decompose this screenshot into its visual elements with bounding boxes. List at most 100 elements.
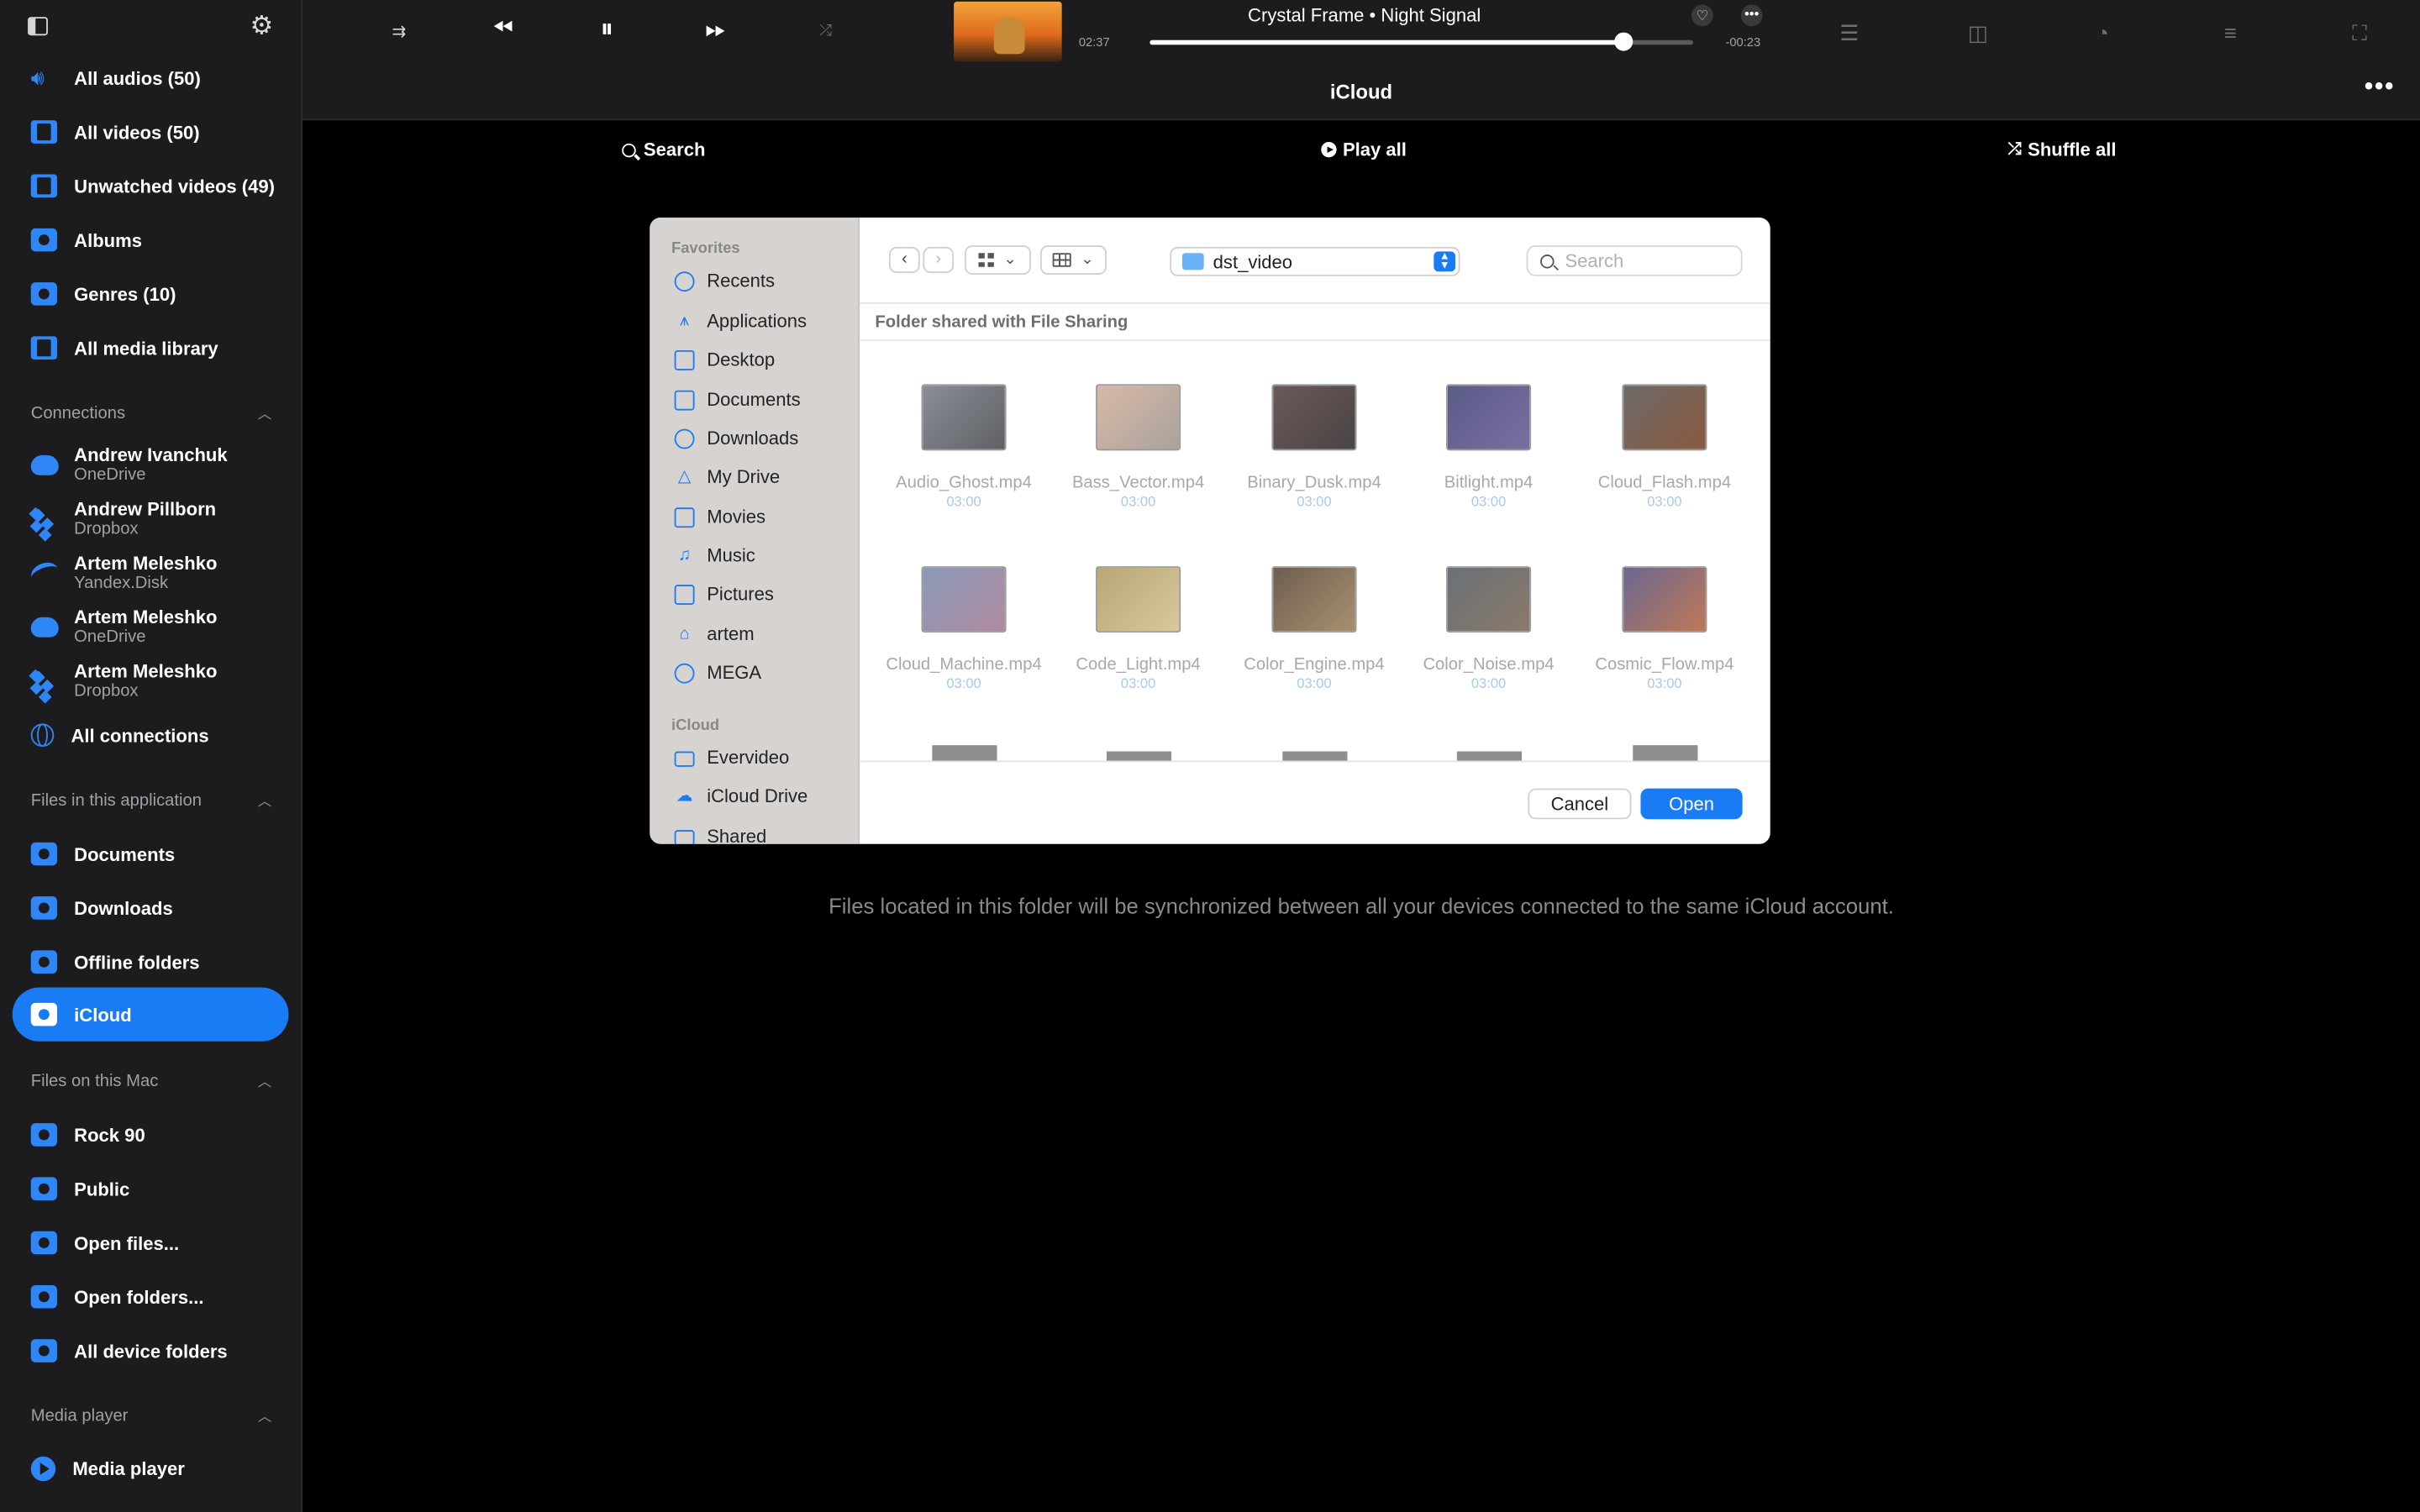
favorite-home[interactable]: ⌂ artem xyxy=(675,619,755,650)
section-files-in-app[interactable]: Files in this application ︿ xyxy=(31,790,272,810)
file-item[interactable]: Code_Light.mp4 03:00 xyxy=(1057,566,1219,693)
favorite-music[interactable]: ♫ Music xyxy=(675,540,755,571)
album-icon xyxy=(30,228,57,252)
favorite-label: Recents xyxy=(707,270,776,292)
file-item[interactable]: Bass_Vector.mp4 03:00 xyxy=(1057,384,1219,511)
search-button[interactable]: Search xyxy=(622,139,705,160)
favorite-movies[interactable]: Movies xyxy=(674,501,765,533)
icloud-drive[interactable]: ☁ iCloud Drive xyxy=(675,780,808,811)
chevron-up-icon[interactable]: ︿ xyxy=(258,790,272,810)
connection-item[interactable]: Andrew Pillborn Dropbox xyxy=(31,492,293,546)
sidebar-item-all-connections[interactable]: All connections xyxy=(13,708,289,762)
video-thumbnail xyxy=(1271,566,1357,633)
queue-icon[interactable]: ⇉ xyxy=(392,20,407,45)
track-artwork[interactable] xyxy=(954,1,1062,62)
view-mode-button[interactable]: ⌄ xyxy=(964,245,1031,275)
sidebar-item-label: Downloads xyxy=(74,897,173,919)
sidebar-item-offline-folders[interactable]: Offline folders xyxy=(13,935,289,989)
sidebar-item-icloud[interactable]: iCloud xyxy=(12,987,289,1042)
file-item[interactable]: Cloud_Flash.mp4 03:00 xyxy=(1583,384,1745,511)
favorite-recents[interactable]: Recents xyxy=(674,265,776,297)
sidebar-toggle-icon[interactable] xyxy=(28,17,48,36)
connection-item[interactable]: Andrew Ivanchuk OneDrive xyxy=(30,438,293,492)
back-button[interactable]: ‹ xyxy=(888,246,920,274)
favorite-pictures[interactable]: Pictures xyxy=(674,579,774,610)
file-item[interactable]: Cloud_Machine.mp4 03:00 xyxy=(883,566,1045,693)
section-title: Connections xyxy=(30,403,126,423)
file-item[interactable]: Binary_Dusk.mp4 03:00 xyxy=(1234,384,1396,511)
sidebar-item-downloads[interactable]: Downloads xyxy=(13,881,289,935)
favorite-downloads[interactable]: Downloads xyxy=(674,423,798,454)
file-name: Color_Noise.mp4 xyxy=(1423,655,1555,675)
sidebar-item-all-audios[interactable]: 🔊︎ All audios (50) xyxy=(13,51,289,105)
sidebar-item-label: Media player xyxy=(72,1457,185,1479)
icloud-evervideo[interactable]: Evervideo xyxy=(674,742,789,773)
fast-forward-icon[interactable]: ⏩︎ xyxy=(705,15,726,41)
favorite-label: artem xyxy=(707,623,755,645)
track-title: Crystal Frame • Night Signal xyxy=(1248,4,1481,27)
file-item[interactable]: Audio_Ghost.mp4 03:00 xyxy=(883,384,1045,511)
sidebar-item-label: All device folders xyxy=(74,1340,228,1362)
playlist-icon[interactable]: ≡ xyxy=(2224,20,2237,45)
connection-item[interactable]: Artem Meleshko Dropbox xyxy=(31,654,293,708)
section-connections[interactable]: Connections ︿ xyxy=(31,402,272,423)
progress-knob[interactable] xyxy=(1614,32,1634,51)
sidebar-item-rock-90[interactable]: Rock 90 xyxy=(13,1108,289,1162)
sidebar-item-public[interactable]: Public xyxy=(13,1162,289,1215)
favorite-applications[interactable]: ⩚ Applications xyxy=(675,306,807,337)
chevron-up-icon[interactable]: ︿ xyxy=(258,1405,272,1425)
progress-slider[interactable] xyxy=(1150,32,1693,51)
sidebar-item-all-videos[interactable]: All videos (50) xyxy=(13,105,289,159)
forward-button[interactable]: › xyxy=(923,246,955,274)
sidebar-item-albums[interactable]: Albums xyxy=(13,213,289,266)
location-popup[interactable]: dst_video ▲ ▼ xyxy=(1170,246,1460,276)
video-thumbnail xyxy=(1622,566,1707,633)
shuffle-icon[interactable]: ⤮ xyxy=(819,20,832,45)
sidebar-item-open-files[interactable]: Open files... xyxy=(13,1215,289,1269)
pause-icon[interactable]: ⏸︎ xyxy=(600,15,613,41)
chevron-up-icon[interactable]: ︿ xyxy=(258,1071,272,1091)
connection-name: Artem Meleshko xyxy=(74,606,218,628)
connection-item[interactable]: Artem Meleshko OneDrive xyxy=(30,600,293,654)
more-options-icon[interactable]: ••• xyxy=(2365,74,2395,102)
file-item[interactable]: Color_Engine.mp4 03:00 xyxy=(1234,566,1396,693)
section-title: Media player xyxy=(30,1406,129,1425)
icloud-shared[interactable]: Shared xyxy=(674,821,766,844)
section-files-on-mac[interactable]: Files on this Mac ︿ xyxy=(31,1071,272,1091)
group-mode-button[interactable]: ⌄ xyxy=(1039,245,1107,275)
heart-icon[interactable]: ♡ xyxy=(1691,4,1713,27)
favorite-desktop[interactable]: Desktop xyxy=(674,344,775,375)
speed-icon[interactable]: ◔ xyxy=(2096,20,2109,45)
rewind-icon[interactable]: ⏪︎ xyxy=(492,15,513,41)
sidebar-item-unwatched-videos[interactable]: Unwatched videos (49) xyxy=(13,159,289,213)
sidebar-item-all-device-folders[interactable]: All device folders xyxy=(13,1324,289,1378)
fullscreen-icon[interactable]: ⛶ xyxy=(2352,20,2367,45)
file-item[interactable]: Bitlight.mp4 03:00 xyxy=(1407,384,1570,511)
open-button[interactable]: Open xyxy=(1640,788,1743,820)
sidebar-item-media-player[interactable]: Media player xyxy=(13,1441,289,1495)
section-media-player[interactable]: Media player ︿ xyxy=(31,1405,272,1425)
sidebar-item-genres[interactable]: Genres (10) xyxy=(13,267,289,321)
dialog-search-field[interactable]: Search xyxy=(1526,245,1743,276)
play-all-button[interactable]: Play all xyxy=(1321,139,1407,160)
sidebar-item-all-media-library[interactable]: All media library xyxy=(13,321,289,375)
track-more-icon[interactable]: ••• xyxy=(1740,4,1763,27)
sidebar-top: ⚙ xyxy=(0,0,302,52)
file-item[interactable]: Color_Noise.mp4 03:00 xyxy=(1407,566,1570,693)
cancel-button[interactable]: Cancel xyxy=(1528,788,1632,820)
shuffle-all-button[interactable]: ⤮ Shuffle all xyxy=(2008,139,2117,160)
folder-icon xyxy=(674,751,695,767)
gear-icon[interactable]: ⚙ xyxy=(250,13,274,39)
sidebar-item-open-folders[interactable]: Open folders... xyxy=(13,1270,289,1324)
favorite-my-drive[interactable]: △ My Drive xyxy=(675,461,780,492)
sidebar-item-documents[interactable]: Documents xyxy=(13,827,289,880)
dialog-footer: Cancel Open xyxy=(860,760,1770,844)
equalizer-icon[interactable]: ☰ xyxy=(1839,20,1859,45)
favorite-mega[interactable]: MEGA xyxy=(674,657,761,688)
connection-item[interactable]: Artem Meleshko Yandex.Disk xyxy=(28,546,293,600)
yandex-disk-icon xyxy=(28,559,61,588)
favorite-documents[interactable]: Documents xyxy=(674,384,801,415)
split-view-icon[interactable]: ◫ xyxy=(1968,20,1988,45)
file-item[interactable]: Cosmic_Flow.mp4 03:00 xyxy=(1583,566,1745,693)
chevron-up-icon[interactable]: ︿ xyxy=(258,402,272,423)
